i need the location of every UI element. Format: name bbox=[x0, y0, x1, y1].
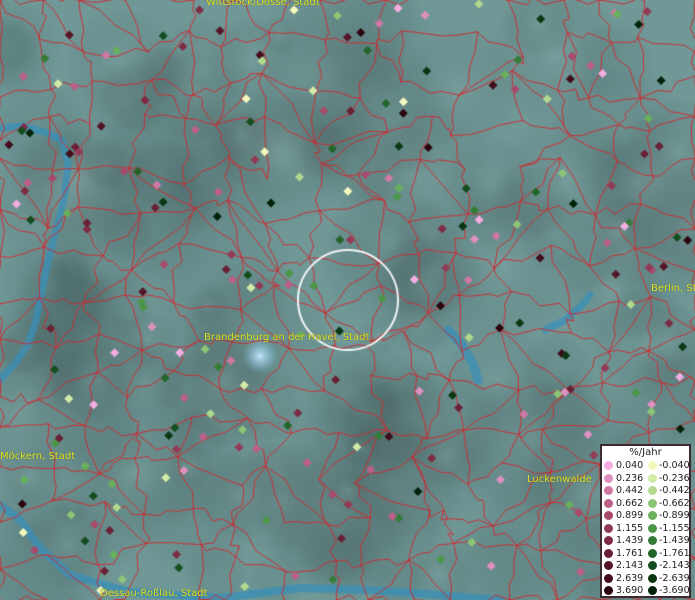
legend-row: 0.899 -0.899 bbox=[602, 510, 691, 521]
legend-swatch-negative bbox=[648, 498, 657, 508]
legend-row: 3.690 -3.690 bbox=[602, 585, 691, 596]
legend-swatch-positive bbox=[604, 536, 613, 545]
legend-swatch-positive bbox=[604, 473, 613, 483]
legend-swatch-negative bbox=[648, 523, 657, 533]
legend-swatch-negative bbox=[648, 586, 657, 595]
legend-swatch-positive bbox=[604, 486, 613, 495]
legend-swatch-negative bbox=[648, 461, 657, 470]
legend-value-negative: -0.662 bbox=[659, 497, 690, 509]
legend-row: 0.442 -0.442 bbox=[602, 485, 691, 496]
legend: %/Jahr 0.040 -0.040 0.236 -0.236 0.442 -0.442… bbox=[600, 444, 691, 598]
city-label-brandenburg: Brandenburg an der Havel, Stadt bbox=[204, 332, 370, 343]
legend-row: 1.761 -1.761 bbox=[602, 548, 691, 559]
city-label-luckenwalde: Luckenwalde bbox=[527, 474, 592, 485]
legend-value-positive: 0.236 bbox=[616, 472, 644, 484]
legend-value-positive: 2.143 bbox=[616, 560, 644, 571]
legend-swatch-positive bbox=[604, 548, 613, 558]
legend-row: 0.662 -0.662 bbox=[602, 498, 691, 509]
legend-swatch-positive bbox=[604, 573, 613, 583]
legend-swatch-positive bbox=[604, 523, 613, 533]
legend-value-negative: -2.143 bbox=[659, 560, 690, 571]
legend-value-positive: 1.155 bbox=[616, 522, 644, 534]
city-label-berlin: Berlin, Stadt bbox=[651, 283, 695, 294]
map-canvas[interactable] bbox=[0, 0, 695, 600]
legend-swatch-negative bbox=[648, 573, 657, 583]
legend-value-positive: 1.439 bbox=[616, 535, 644, 546]
legend-value-positive: 0.662 bbox=[616, 497, 644, 509]
legend-value-negative: -3.690 bbox=[659, 585, 690, 596]
legend-value-positive: 0.442 bbox=[616, 485, 644, 496]
legend-swatch-negative bbox=[648, 561, 657, 570]
legend-row: 0.236 -0.236 bbox=[602, 473, 691, 484]
legend-swatch-negative bbox=[648, 486, 657, 495]
legend-row: 2.639 -2.639 bbox=[602, 573, 691, 584]
legend-value-negative: -0.040 bbox=[659, 460, 690, 471]
legend-swatch-positive bbox=[604, 561, 613, 570]
legend-row: 1.155 -1.155 bbox=[602, 523, 691, 534]
legend-row: 0.040 -0.040 bbox=[602, 460, 691, 471]
legend-value-positive: 2.639 bbox=[616, 572, 644, 584]
legend-value-negative: -0.442 bbox=[659, 485, 690, 496]
legend-value-negative: -0.899 bbox=[659, 510, 690, 521]
legend-swatch-negative bbox=[648, 511, 657, 520]
city-label-wittstock: Wittstock/Dosse, Stadt bbox=[206, 0, 320, 8]
city-label-moeckern: Möckern, Stadt bbox=[0, 451, 76, 462]
city-label-dessau: Dessau-Roßlau, Stadt bbox=[100, 588, 208, 599]
legend-swatch-positive bbox=[604, 498, 613, 508]
legend-value-positive: 0.040 bbox=[616, 460, 644, 471]
legend-value-positive: 0.899 bbox=[616, 510, 644, 521]
legend-value-negative: -1.155 bbox=[659, 522, 690, 534]
legend-row: 1.439 -1.439 bbox=[602, 535, 691, 546]
legend-swatch-positive bbox=[604, 511, 613, 520]
legend-row: 2.143 -2.143 bbox=[602, 560, 691, 571]
legend-value-negative: -1.761 bbox=[659, 547, 690, 559]
legend-value-negative: -0.236 bbox=[659, 472, 690, 484]
legend-value-positive: 3.690 bbox=[616, 585, 644, 596]
legend-value-positive: 1.761 bbox=[616, 547, 644, 559]
legend-swatch-positive bbox=[604, 586, 613, 595]
legend-value-negative: -2.639 bbox=[659, 572, 690, 584]
legend-value-negative: -1.439 bbox=[659, 535, 690, 546]
legend-swatch-negative bbox=[648, 548, 657, 558]
legend-swatch-negative bbox=[648, 473, 657, 483]
legend-swatch-positive bbox=[604, 461, 613, 470]
legend-title: %/Jahr bbox=[629, 447, 662, 458]
legend-swatch-negative bbox=[648, 536, 657, 545]
